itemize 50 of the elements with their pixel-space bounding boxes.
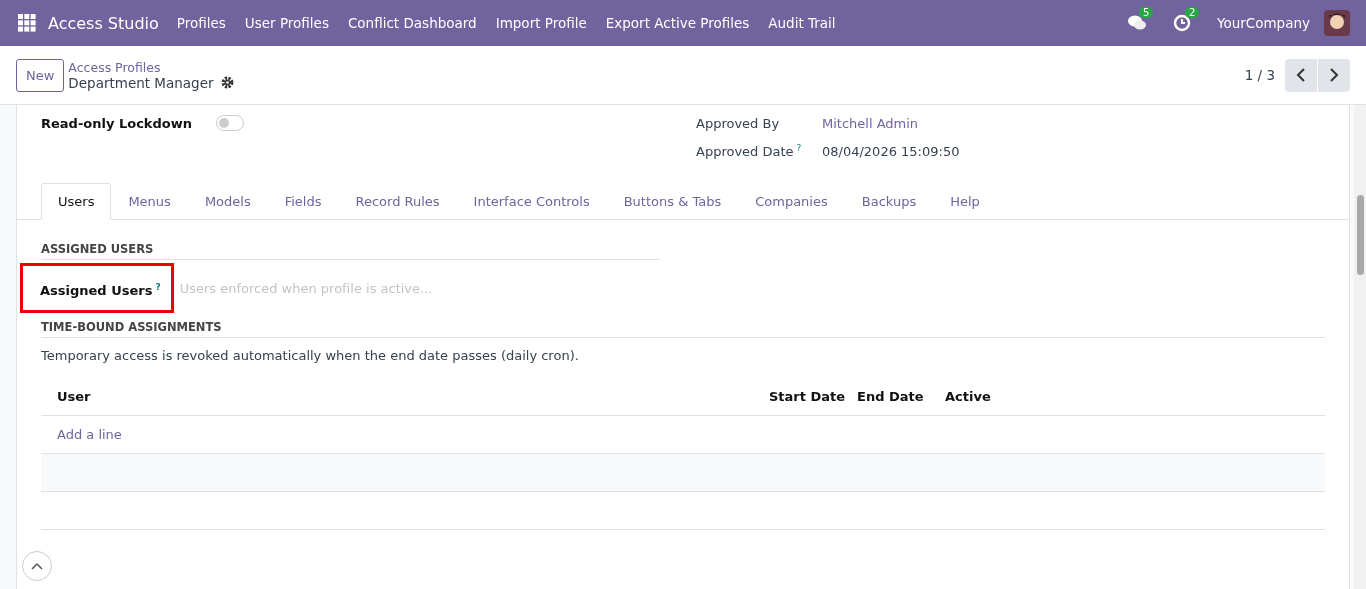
nav-menu-item[interactable]: Audit Trail	[768, 15, 836, 31]
nav-menu-item[interactable]: Import Profile	[495, 15, 587, 31]
field-value-link[interactable]: Mitchell Admin	[822, 115, 919, 131]
toggle-switch[interactable]	[216, 115, 244, 131]
chevron-right-icon	[1329, 67, 1339, 83]
field-label: Assigned Users $^{?}$	[40, 281, 161, 301]
section-heading: ASSIGNED USERS	[41, 242, 660, 260]
company-name[interactable]: YourCompany	[1216, 15, 1310, 31]
tab[interactable]: Interface Controls	[456, 183, 607, 220]
help-text: Temporary access is revoked automatically when the end date passes (daily cron).	[41, 348, 580, 363]
avatar-icon[interactable]	[1324, 10, 1350, 36]
record-title: Department Manager	[68, 74, 214, 91]
settings-icon[interactable]	[220, 76, 234, 89]
add-line-link[interactable]: Add a line	[41, 427, 122, 442]
column-header: Active	[945, 388, 992, 404]
pager-counter: 1 / 3	[1244, 67, 1275, 83]
chat-icon[interactable]	[1126, 14, 1147, 32]
new-button[interactable]: New	[16, 58, 65, 92]
notification-badge: 2	[1184, 7, 1200, 18]
scrollbar-thumb[interactable]	[1357, 195, 1364, 275]
apps-menu-icon[interactable]	[18, 14, 36, 32]
tab[interactable]: Companies	[738, 183, 845, 220]
tab[interactable]: Fields	[267, 183, 339, 220]
tab[interactable]: Menus	[111, 183, 188, 220]
field-label: Read-only Lockdown	[41, 115, 192, 131]
chevron-left-icon	[1296, 67, 1306, 83]
field-label: Approved Date $^{?}$	[696, 142, 803, 160]
tab[interactable]: Backups	[844, 183, 934, 220]
tab[interactable]: Help	[933, 183, 997, 220]
column-header: User	[56, 388, 92, 404]
nav-menu-item[interactable]: Export Active Profiles	[605, 15, 750, 31]
notification-badge: 5	[1138, 7, 1154, 18]
app-name[interactable]: Access Studio	[48, 13, 159, 33]
tab[interactable]: Models	[187, 183, 268, 220]
column-header: Start Date	[769, 388, 847, 404]
field-label: Approved By	[696, 115, 781, 131]
nav-menu-item[interactable]: Profiles	[176, 15, 226, 31]
field-value: 08/04/2026 15:09:50	[822, 143, 960, 159]
tab[interactable]: Record Rules	[338, 183, 457, 220]
nav-menu-item[interactable]: Conflict Dashboard	[347, 15, 477, 31]
clock-icon[interactable]	[1172, 14, 1191, 32]
chevron-up-icon	[31, 562, 43, 570]
section-heading: TIME-BOUND ASSIGNMENTS	[41, 320, 1325, 338]
tab[interactable]: Users	[41, 183, 112, 220]
previous-button[interactable]	[1285, 58, 1317, 92]
column-header: End Date	[857, 388, 925, 404]
tab[interactable]: Buttons & Tabs	[606, 183, 739, 220]
nav-menu-item[interactable]: User Profiles	[244, 15, 329, 31]
breadcrumb-link[interactable]: Access Profiles	[68, 59, 234, 75]
next-button[interactable]	[1318, 58, 1350, 92]
